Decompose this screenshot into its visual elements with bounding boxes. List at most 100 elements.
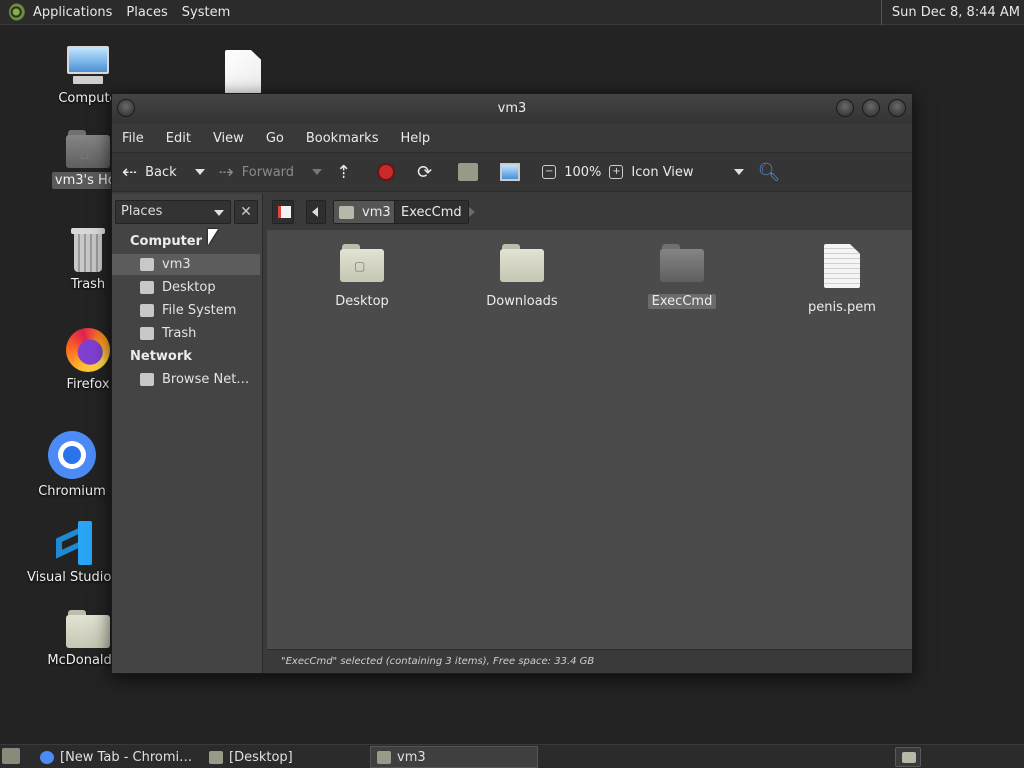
pathbar-scroll-right-button[interactable] — [469, 207, 475, 217]
menu-bookmarks[interactable]: Bookmarks — [306, 131, 379, 146]
file-name: Desktop — [335, 294, 389, 309]
menu-help[interactable]: Help — [400, 131, 430, 146]
window-titlebar[interactable]: vm3 — [112, 94, 912, 124]
file-item-desktop[interactable]: ▢ Desktop — [307, 244, 417, 309]
reload-icon: ⟳ — [417, 161, 433, 183]
chromium-icon — [40, 751, 54, 764]
sidebar-item-label: vm3 — [162, 257, 191, 272]
computer-icon[interactable] — [500, 163, 521, 181]
breadcrumb-label: ExecCmd — [401, 205, 462, 220]
firefox-icon — [66, 328, 110, 372]
maximize-button[interactable] — [862, 99, 880, 117]
view-mode-dropdown[interactable] — [733, 169, 744, 175]
zoom-out-icon[interactable]: − — [542, 165, 557, 179]
menu-edit[interactable]: Edit — [166, 131, 191, 146]
applications-menu[interactable]: Applications — [33, 5, 112, 20]
sidebar-item-file-system[interactable]: File System — [112, 300, 260, 321]
desktop-icon-vscode[interactable]: Visual Studio Co — [24, 521, 133, 586]
breadcrumb-execcmd[interactable]: ExecCmd — [394, 200, 469, 224]
folder-icon — [66, 610, 110, 648]
sidebar: Places ✕ Computer vm3 Desktop File Syste… — [112, 194, 263, 673]
file-item-downloads[interactable]: Downloads — [467, 244, 577, 309]
sidebar-item-desktop[interactable]: Desktop — [112, 277, 260, 298]
view-mode-select[interactable]: Icon View — [631, 165, 693, 180]
zoom-level: 100% — [564, 164, 602, 180]
file-name: penis.pem — [808, 300, 876, 315]
stop-icon[interactable] — [377, 163, 396, 181]
file-item-execcmd[interactable]: ExecCmd — [627, 244, 737, 309]
top-panel: Applications Places System Sun Dec 8, 8:… — [0, 0, 1024, 25]
file-name: ExecCmd — [647, 294, 717, 309]
menu-file[interactable]: File — [122, 131, 144, 146]
menubar: File Edit View Go Bookmarks Help — [112, 124, 912, 152]
taskbar-item-label: [New Tab - Chromi… — [60, 750, 193, 765]
sidebar-item-vm3[interactable]: vm3 — [112, 254, 260, 275]
breadcrumb-vm3[interactable]: vm3 — [333, 200, 398, 224]
close-sidebar-button[interactable]: ✕ — [234, 200, 258, 224]
sidebar-heading-network: Network — [130, 349, 192, 364]
distro-logo-icon[interactable] — [9, 3, 27, 21]
file-item-penis-pem[interactable]: penis.pem — [787, 244, 897, 315]
folder-icon — [660, 244, 704, 282]
system-menu[interactable]: System — [182, 5, 230, 20]
desktop-icon — [140, 281, 154, 294]
text-file-icon — [824, 244, 860, 288]
close-button[interactable] — [888, 99, 906, 117]
up-arrow-icon: ⇡ — [336, 161, 352, 183]
edit-location-button[interactable] — [272, 200, 294, 224]
search-icon: 🔍︎ — [757, 161, 781, 183]
pathbar-scroll-left-button[interactable] — [306, 200, 326, 224]
show-desktop-icon[interactable] — [2, 748, 20, 764]
mouse-cursor-icon — [208, 229, 218, 245]
sidebar-item-label: Browse Net… — [162, 372, 250, 387]
drive-icon — [140, 304, 154, 317]
bottom-panel: [New Tab - Chromi… [Desktop] vm3 — [0, 744, 1024, 768]
location-pathbar: vm3 ExecCmd — [267, 194, 912, 230]
taskbar-item-desktop[interactable]: [Desktop] — [202, 746, 367, 768]
home-icon[interactable] — [458, 163, 479, 181]
back-history-dropdown[interactable] — [194, 169, 205, 175]
sidebar-item-trash[interactable]: Trash — [112, 323, 260, 344]
forward-button[interactable]: ⇢ Forward — [219, 162, 294, 183]
sidebar-item-label: Desktop — [162, 280, 216, 295]
desktop-icon-label: Chromium — [38, 484, 106, 499]
sidebar-item-label: File System — [162, 303, 237, 318]
sidebar-item-label: Trash — [162, 326, 197, 341]
desktop-icon-label: Trash — [70, 277, 106, 292]
reload-button[interactable]: ⟳ — [417, 162, 440, 183]
menu-view[interactable]: View — [213, 131, 244, 146]
forward-label: Forward — [241, 164, 295, 180]
trash-icon — [71, 228, 105, 272]
search-button[interactable]: 🔍︎ — [758, 162, 789, 183]
desktop-icon-chromium[interactable]: Chromium — [22, 431, 122, 500]
taskbar-item-vm3[interactable]: vm3 — [370, 746, 538, 768]
places-menu[interactable]: Places — [126, 5, 167, 20]
tray-home-icon[interactable] — [895, 747, 921, 767]
back-button[interactable]: ⇠ Back — [122, 162, 177, 183]
home-icon — [339, 206, 354, 219]
home-folder-icon — [377, 751, 391, 764]
taskbar-item-chromium[interactable]: [New Tab - Chromi… — [33, 746, 198, 768]
taskbar-item-label: [Desktop] — [229, 750, 293, 765]
sidebar-type-select[interactable]: Places — [115, 200, 231, 224]
file-manager-window: vm3 File Edit View Go Bookmarks Help ⇠ B… — [111, 93, 913, 674]
desktop-icon-file[interactable] — [193, 50, 293, 98]
window-menu-icon[interactable] — [117, 99, 135, 117]
window-title: vm3 — [497, 101, 527, 116]
computer-icon — [65, 46, 111, 86]
folder-icon — [209, 751, 223, 764]
file-name: Downloads — [486, 294, 558, 309]
forward-history-dropdown[interactable] — [312, 169, 323, 175]
desktop-folder-icon: ▢ — [340, 244, 384, 282]
minimize-button[interactable] — [836, 99, 854, 117]
clock[interactable]: Sun Dec 8, 8:44 AM — [880, 0, 1020, 25]
home-icon — [140, 258, 154, 271]
file-icon — [225, 50, 261, 94]
breadcrumb-label: vm3 — [362, 205, 391, 220]
sidebar-item-browse-network[interactable]: Browse Net… — [112, 369, 260, 390]
back-arrow-icon: ⇠ — [122, 161, 138, 183]
zoom-in-icon[interactable]: + — [609, 165, 624, 179]
menu-go[interactable]: Go — [266, 131, 284, 146]
up-button[interactable]: ⇡ — [336, 162, 359, 183]
chevron-down-icon — [214, 210, 224, 216]
